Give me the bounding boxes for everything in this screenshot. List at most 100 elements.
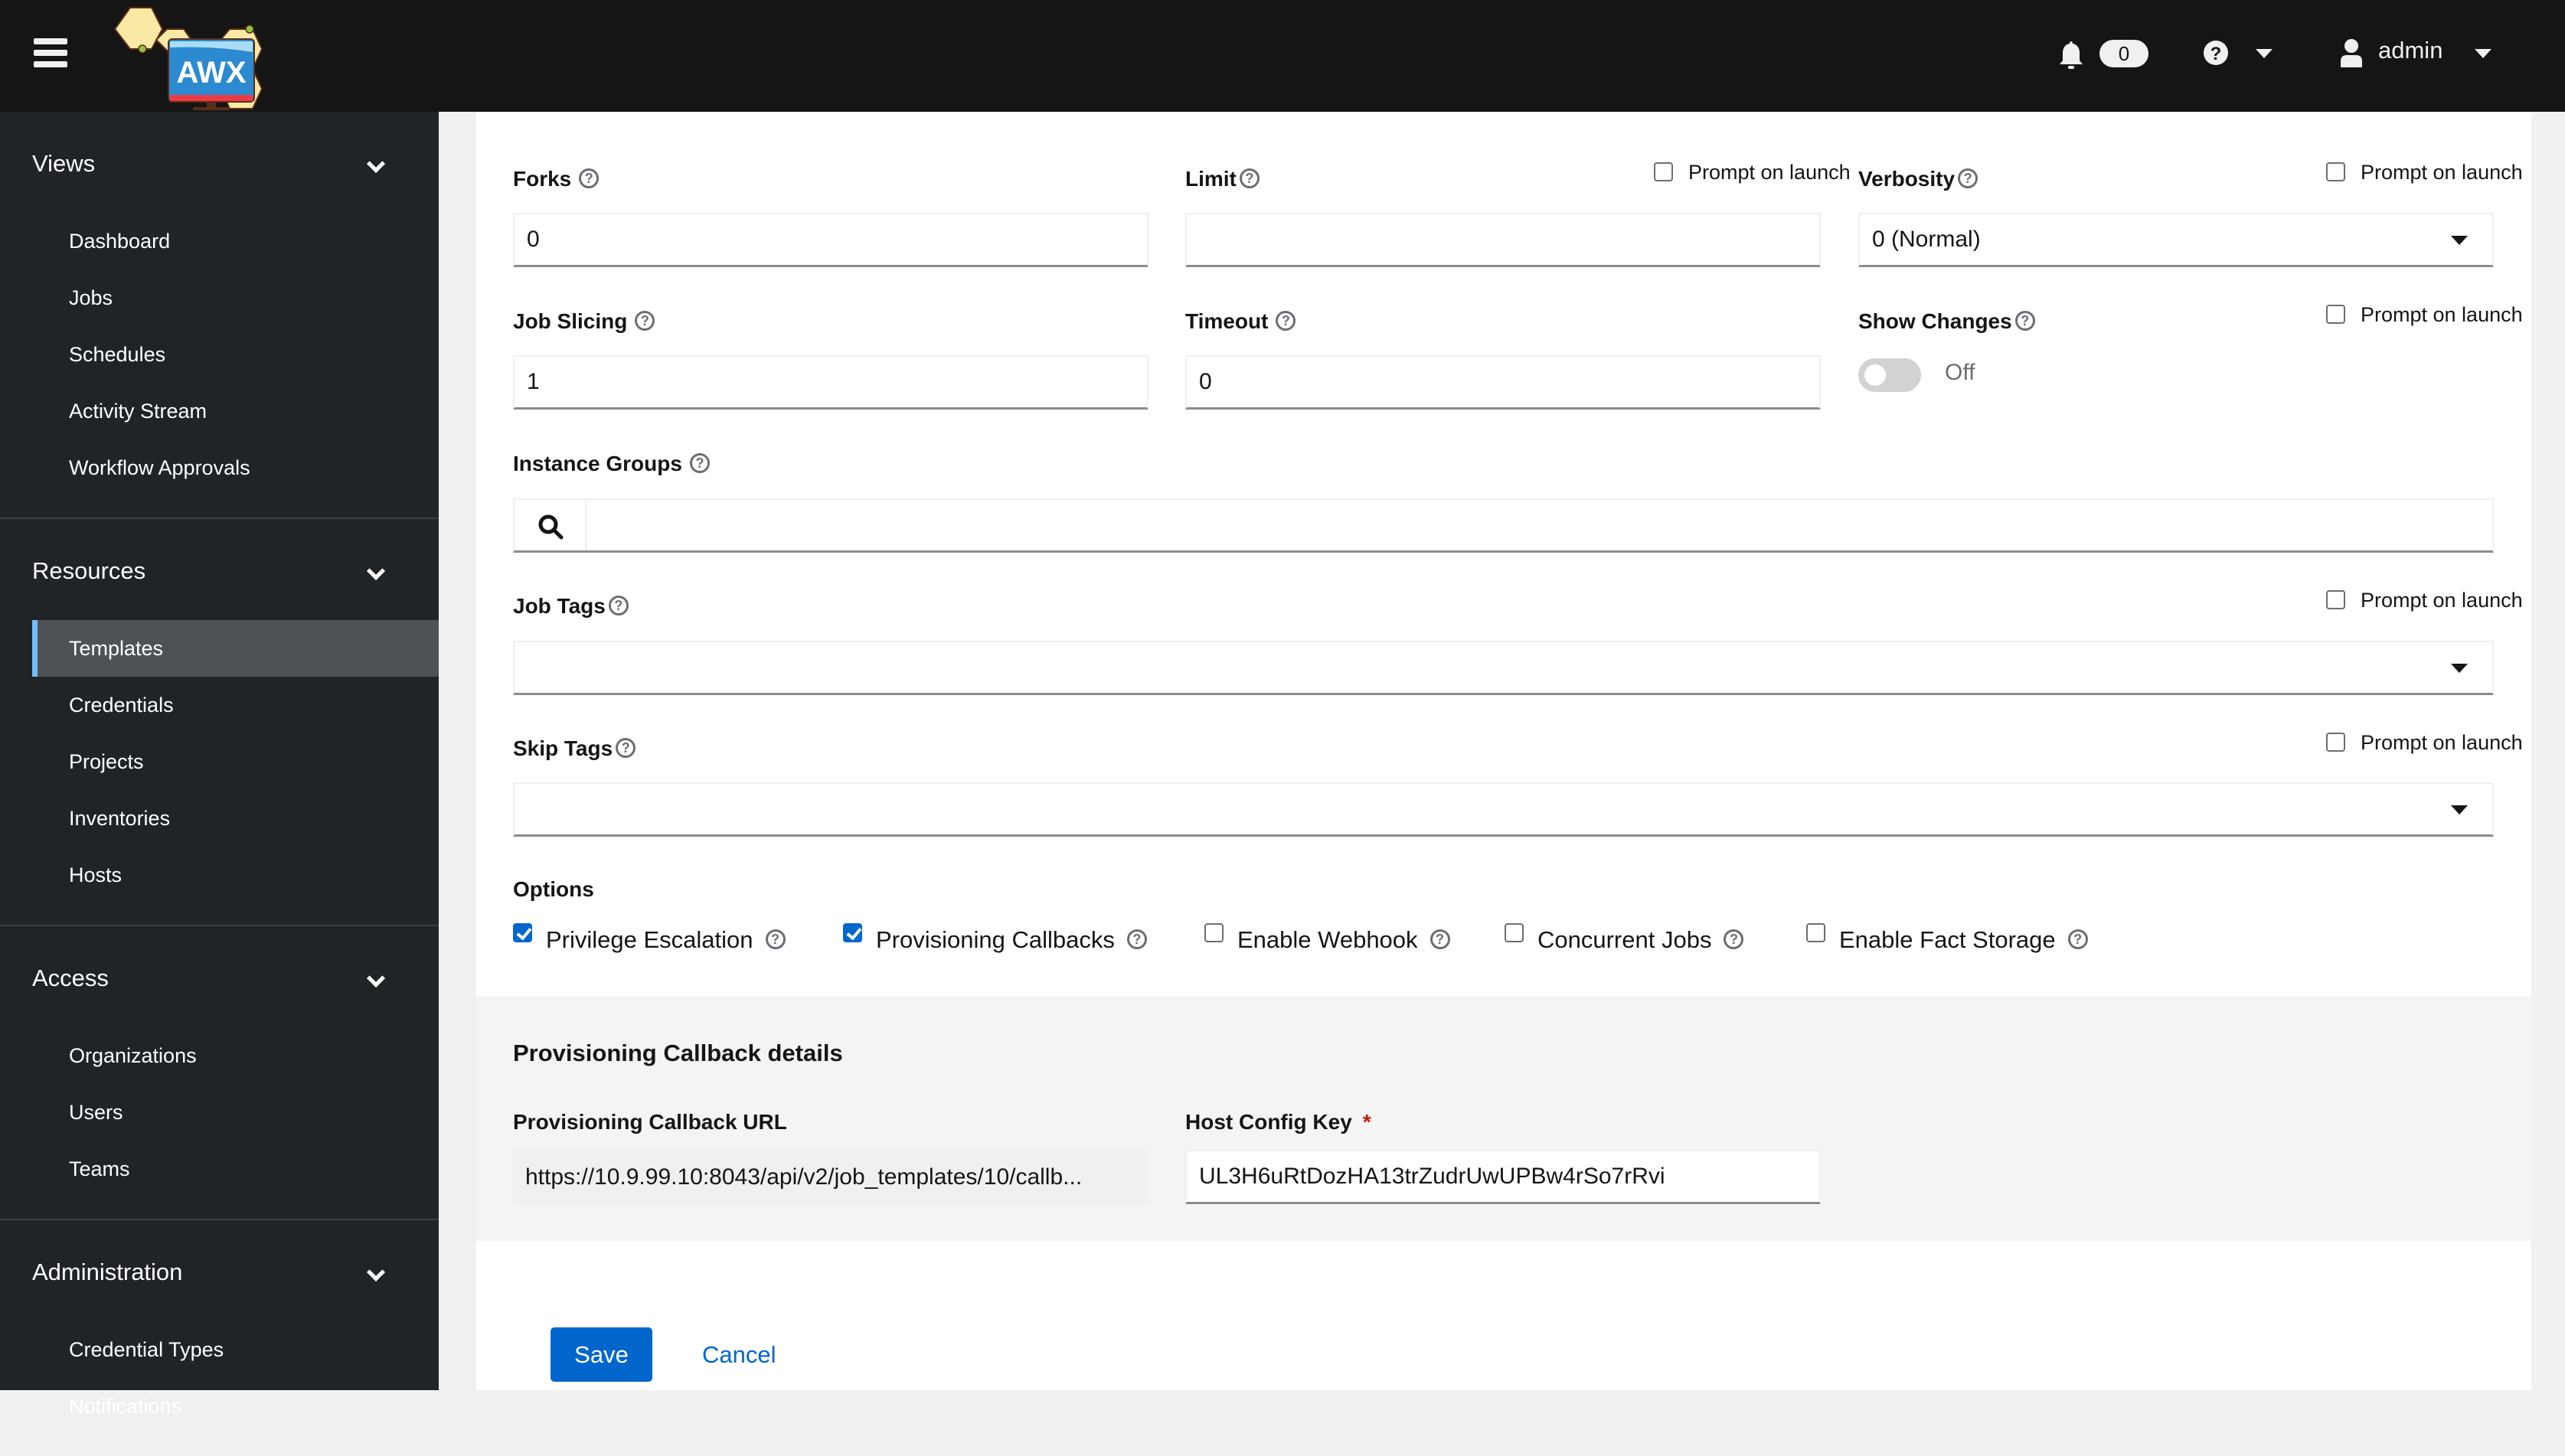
cancel-button[interactable]: Cancel: [702, 1327, 776, 1382]
help-icon[interactable]: ?: [1239, 168, 1260, 188]
callback-section-title: Provisioning Callback details: [513, 1040, 843, 1066]
option-privilege-escalation[interactable]: Privilege Escalation?: [513, 923, 786, 954]
options-label: Options: [513, 877, 594, 901]
enable-webhook-checkbox[interactable]: [1204, 923, 1224, 942]
job-template-form: Forks? 0 Limit? Prompt on launch Verbosi…: [476, 112, 2531, 1390]
limit-label: Limit?: [1185, 167, 1260, 191]
host-config-key-label: Host Config Key *: [1185, 1110, 1371, 1134]
sidebar-item-schedules[interactable]: Schedules: [0, 326, 439, 383]
job-tags-prompt-on-launch[interactable]: Prompt on launch: [2326, 589, 2523, 612]
show-changes-toggle[interactable]: [1858, 358, 1921, 392]
job-tags-select[interactable]: [513, 641, 2494, 695]
masthead: AWX 0 ? admin: [0, 0, 2565, 112]
provisioning-callbacks-checkbox[interactable]: [843, 923, 862, 942]
caret-down-icon: [2451, 236, 2468, 245]
sidebar-item-workflow-approvals[interactable]: Workflow Approvals: [0, 439, 439, 496]
sidebar-item-dashboard[interactable]: Dashboard: [0, 213, 439, 269]
show-changes-prompt-checkbox[interactable]: [2326, 305, 2345, 324]
job-tags-prompt-checkbox[interactable]: [2326, 590, 2345, 609]
instance-groups-label: Instance Groups?: [513, 452, 710, 476]
job-slicing-input[interactable]: 1: [513, 355, 1149, 410]
host-config-key-input[interactable]: UL3H6uRtDozHA13trZudrUwUPBw4rSo7rRvi: [1185, 1150, 1821, 1204]
help-icon[interactable]: ?: [1430, 929, 1450, 949]
instance-groups-search-button[interactable]: [515, 500, 587, 550]
chevron-down-icon: [366, 154, 386, 174]
nav-group-toggle-access[interactable]: Access: [0, 926, 439, 1027]
nav-group-title: Access: [32, 965, 109, 991]
help-dropdown-caret-icon[interactable]: [2256, 49, 2273, 58]
show-changes-state: Off: [1945, 360, 1975, 385]
option-concurrent-jobs[interactable]: Concurrent Jobs?: [1505, 923, 1744, 954]
username[interactable]: admin: [2378, 37, 2442, 64]
sidebar-item-templates[interactable]: Templates: [32, 620, 439, 677]
skip-tags-select[interactable]: [513, 782, 2494, 837]
sidebar-item-jobs[interactable]: Jobs: [0, 269, 439, 326]
save-button[interactable]: Save: [551, 1327, 652, 1382]
limit-prompt-on-launch[interactable]: Prompt on launch: [1654, 161, 1851, 184]
enable-fact-storage-checkbox[interactable]: [1806, 923, 1825, 942]
limit-input[interactable]: [1185, 213, 1821, 267]
timeout-input[interactable]: 0: [1185, 355, 1821, 410]
user-icon[interactable]: [2339, 38, 2364, 69]
sidebar-item-users[interactable]: Users: [0, 1084, 439, 1141]
provisioning-callback-section: Provisioning Callback details Provisioni…: [476, 997, 2531, 1241]
forks-label: Forks?: [513, 167, 600, 191]
callback-url-label: Provisioning Callback URL: [513, 1110, 787, 1134]
privilege-escalation-checkbox[interactable]: [513, 923, 532, 942]
notification-count-badge[interactable]: 0: [2099, 40, 2148, 67]
nav-group-toggle-views[interactable]: Views: [0, 112, 439, 213]
help-icon[interactable]: ?: [2067, 929, 2088, 949]
nav-group-title: Views: [32, 150, 96, 177]
sidebar-item-organizations[interactable]: Organizations: [0, 1027, 439, 1084]
hamburger-menu-icon[interactable]: [34, 38, 67, 72]
main-content: Forks? 0 Limit? Prompt on launch Verbosi…: [439, 112, 2565, 1390]
help-icon[interactable]: ?: [1958, 168, 1978, 188]
help-icon[interactable]: ?: [1276, 310, 1296, 331]
help-icon[interactable]: ?: [579, 168, 600, 188]
sidebar-item-teams[interactable]: Teams: [0, 1141, 439, 1197]
caret-down-icon: [2451, 664, 2468, 673]
verbosity-prompt-on-launch[interactable]: Prompt on launch: [2326, 161, 2523, 184]
help-icon[interactable]: ?: [2203, 40, 2229, 66]
sidebar-item-hosts[interactable]: Hosts: [0, 847, 439, 903]
option-provisioning-callbacks[interactable]: Provisioning Callbacks?: [843, 923, 1147, 954]
sidebar-nav: Views Dashboard Jobs Schedules Activity …: [0, 112, 439, 1418]
sidebar-item-notifications[interactable]: Notifications: [0, 1378, 439, 1435]
sidebar-item-projects[interactable]: Projects: [0, 733, 439, 790]
verbosity-select[interactable]: 0 (Normal): [1858, 213, 2494, 267]
help-icon[interactable]: ?: [1126, 929, 1147, 949]
nav-group-administration: Administration Credential Types Notifica…: [0, 1220, 439, 1456]
sidebar-item-credential-types[interactable]: Credential Types: [0, 1321, 439, 1378]
help-icon[interactable]: ?: [616, 737, 636, 758]
help-icon[interactable]: ?: [635, 310, 655, 331]
chevron-down-icon: [366, 968, 386, 988]
sidebar-item-inventories[interactable]: Inventories: [0, 790, 439, 847]
awx-logo[interactable]: AWX: [107, 3, 291, 110]
required-indicator: *: [1362, 1110, 1371, 1134]
sidebar-item-credentials[interactable]: Credentials: [0, 677, 439, 733]
verbosity-selected-value: 0 (Normal): [1872, 227, 1981, 252]
option-enable-webhook[interactable]: Enable Webhook?: [1204, 923, 1450, 954]
concurrent-jobs-checkbox[interactable]: [1505, 923, 1524, 942]
sidebar-item-activity-stream[interactable]: Activity Stream: [0, 383, 439, 439]
limit-prompt-checkbox[interactable]: [1654, 162, 1673, 181]
help-icon[interactable]: ?: [1724, 929, 1744, 949]
nav-group-toggle-resources[interactable]: Resources: [0, 519, 439, 620]
help-icon[interactable]: ?: [608, 595, 629, 615]
forks-input[interactable]: 0: [513, 213, 1149, 267]
verbosity-prompt-checkbox[interactable]: [2326, 162, 2345, 181]
help-icon[interactable]: ?: [689, 452, 710, 473]
svg-text:AWX: AWX: [176, 56, 246, 90]
instance-groups-lookup: [513, 498, 2494, 553]
skip-tags-prompt-on-launch[interactable]: Prompt on launch: [2326, 731, 2523, 755]
skip-tags-label: Skip Tags?: [513, 736, 636, 761]
timeout-label: Timeout?: [1185, 309, 1296, 334]
show-changes-prompt-on-launch[interactable]: Prompt on launch: [2326, 303, 2523, 327]
help-icon[interactable]: ?: [2014, 310, 2035, 331]
nav-group-toggle-administration[interactable]: Administration: [0, 1220, 439, 1321]
help-icon[interactable]: ?: [765, 929, 786, 949]
skip-tags-prompt-checkbox[interactable]: [2326, 733, 2345, 752]
option-enable-fact-storage[interactable]: Enable Fact Storage?: [1806, 923, 2088, 954]
user-dropdown-caret-icon[interactable]: [2475, 49, 2491, 58]
notification-bell-icon[interactable]: [2058, 40, 2084, 70]
